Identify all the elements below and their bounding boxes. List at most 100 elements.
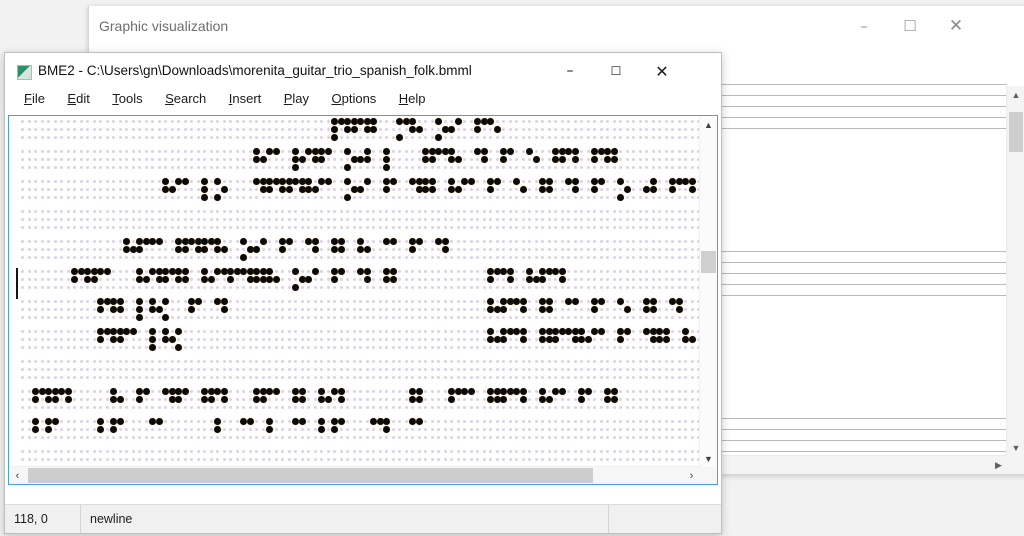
- braille-cell[interactable]: [424, 420, 437, 446]
- braille-cell[interactable]: [34, 330, 47, 356]
- braille-cell[interactable]: [515, 240, 528, 266]
- braille-cell[interactable]: [513, 298, 528, 326]
- braille-cell[interactable]: [554, 240, 567, 266]
- braille-cell[interactable]: [528, 360, 541, 386]
- braille-cell[interactable]: [331, 268, 346, 296]
- braille-cell[interactable]: [502, 210, 515, 236]
- braille-cell[interactable]: [658, 390, 671, 416]
- braille-cell[interactable]: [175, 178, 190, 206]
- braille-cell[interactable]: [214, 298, 229, 326]
- braille-cell[interactable]: [684, 420, 697, 446]
- braille-cell[interactable]: [643, 178, 658, 206]
- braille-cell[interactable]: [619, 270, 632, 296]
- braille-cell[interactable]: [411, 360, 424, 386]
- braille-cell[interactable]: [255, 210, 268, 236]
- braille-cell[interactable]: [112, 180, 125, 206]
- braille-cell[interactable]: [73, 300, 86, 326]
- braille-cell[interactable]: [60, 210, 73, 236]
- menu-item-tools[interactable]: Tools: [103, 89, 151, 108]
- braille-cell[interactable]: [268, 360, 281, 386]
- braille-cell[interactable]: [591, 298, 606, 326]
- braille-cell[interactable]: [99, 240, 112, 266]
- braille-cell[interactable]: [372, 390, 385, 416]
- braille-cell[interactable]: [383, 418, 398, 446]
- braille-cell[interactable]: [281, 450, 294, 467]
- braille-cell[interactable]: [47, 300, 60, 326]
- braille-cell[interactable]: [567, 120, 580, 146]
- braille-cell[interactable]: [86, 180, 99, 206]
- braille-cell[interactable]: [268, 300, 281, 326]
- braille-cell[interactable]: [151, 360, 164, 386]
- braille-cell[interactable]: [593, 420, 606, 446]
- braille-cell[interactable]: [346, 450, 359, 467]
- braille-cell[interactable]: [281, 360, 294, 386]
- braille-cell[interactable]: [593, 270, 606, 296]
- braille-cell[interactable]: [513, 328, 528, 356]
- braille-cell[interactable]: [177, 420, 190, 446]
- braille-cell[interactable]: [110, 418, 125, 446]
- braille-cell[interactable]: [580, 270, 593, 296]
- braille-cell[interactable]: [450, 300, 463, 326]
- braille-cell[interactable]: [682, 178, 697, 206]
- braille-cell[interactable]: [281, 210, 294, 236]
- braille-cell[interactable]: [320, 330, 333, 356]
- score-vertical-scrollbar[interactable]: ▲ ▼: [1006, 86, 1024, 456]
- braille-cell[interactable]: [567, 240, 580, 266]
- braille-cell[interactable]: [344, 148, 359, 176]
- braille-cell[interactable]: [424, 450, 437, 467]
- braille-cell[interactable]: [411, 330, 424, 356]
- braille-cell[interactable]: [164, 360, 177, 386]
- braille-cell[interactable]: [645, 390, 658, 416]
- braille-cell[interactable]: [21, 360, 34, 386]
- braille-cell[interactable]: [383, 238, 398, 266]
- close-icon[interactable]: ✕: [639, 53, 685, 89]
- maximize-icon[interactable]: ☐: [887, 6, 933, 46]
- braille-cell[interactable]: [255, 300, 268, 326]
- braille-cell[interactable]: [632, 120, 645, 146]
- braille-cell[interactable]: [565, 298, 580, 326]
- braille-cell[interactable]: [294, 120, 307, 146]
- braille-cell[interactable]: [424, 360, 437, 386]
- braille-cell[interactable]: [489, 210, 502, 236]
- braille-cell[interactable]: [606, 450, 619, 467]
- braille-cell[interactable]: [567, 210, 580, 236]
- braille-cell[interactable]: [190, 150, 203, 176]
- braille-cell[interactable]: [385, 360, 398, 386]
- braille-cell[interactable]: [528, 420, 541, 446]
- braille-cell[interactable]: [151, 450, 164, 467]
- braille-cell[interactable]: [266, 418, 281, 446]
- braille-cell[interactable]: [541, 420, 554, 446]
- braille-cell[interactable]: [86, 210, 99, 236]
- braille-cell[interactable]: [320, 300, 333, 326]
- braille-cell[interactable]: [632, 240, 645, 266]
- braille-cell[interactable]: [73, 240, 86, 266]
- braille-cell[interactable]: [203, 210, 216, 236]
- braille-cell[interactable]: [502, 360, 515, 386]
- braille-cell[interactable]: [684, 390, 697, 416]
- braille-cell[interactable]: [658, 240, 671, 266]
- braille-canvas[interactable]: [9, 116, 700, 467]
- braille-cell[interactable]: [437, 330, 450, 356]
- braille-cell[interactable]: [461, 178, 476, 206]
- braille-cell[interactable]: [307, 300, 320, 326]
- braille-cell[interactable]: [489, 420, 502, 446]
- braille-cell[interactable]: [606, 420, 619, 446]
- braille-cell[interactable]: [658, 120, 671, 146]
- braille-cell[interactable]: [359, 360, 372, 386]
- braille-cell[interactable]: [47, 270, 60, 296]
- braille-cell[interactable]: [346, 390, 359, 416]
- braille-cell[interactable]: [528, 450, 541, 467]
- braille-cell[interactable]: [500, 148, 515, 176]
- braille-cell[interactable]: [203, 330, 216, 356]
- braille-cell[interactable]: [34, 360, 47, 386]
- braille-cell[interactable]: [606, 210, 619, 236]
- braille-cell[interactable]: [606, 120, 619, 146]
- menu-item-play[interactable]: Play: [275, 89, 318, 108]
- braille-cell[interactable]: [437, 450, 450, 467]
- braille-cell[interactable]: [346, 210, 359, 236]
- braille-cell[interactable]: [476, 450, 489, 467]
- braille-cell[interactable]: [565, 148, 580, 176]
- braille-cell[interactable]: [216, 360, 229, 386]
- braille-cell[interactable]: [320, 450, 333, 467]
- braille-cell[interactable]: [554, 450, 567, 467]
